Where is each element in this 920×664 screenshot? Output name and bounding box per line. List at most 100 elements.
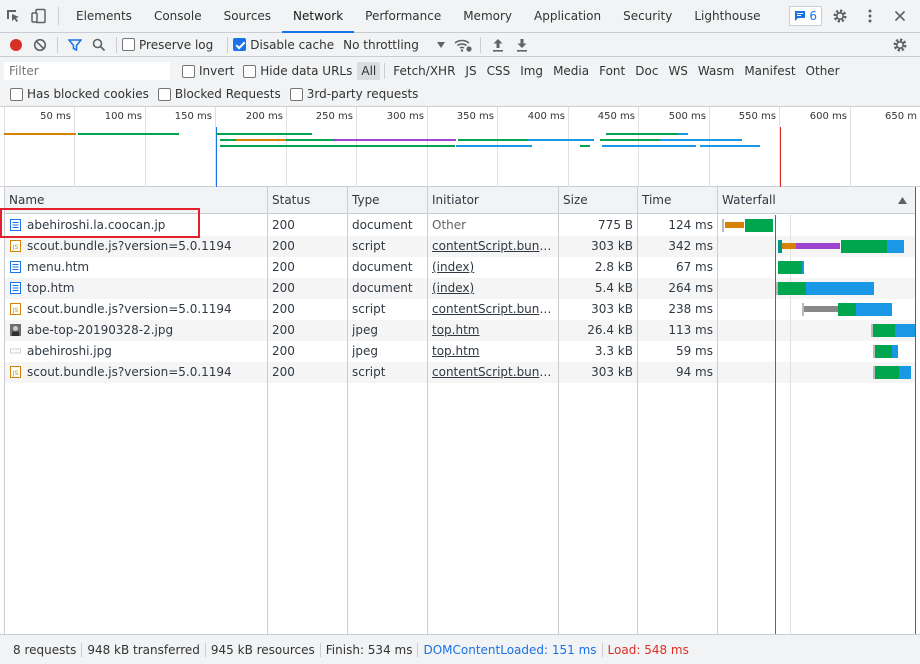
waterfall-gridline bbox=[790, 215, 791, 634]
clear-icon[interactable] bbox=[28, 34, 52, 56]
hide-data-urls-checkbox[interactable]: Hide data URLs bbox=[243, 64, 352, 78]
script-icon: JS bbox=[10, 302, 21, 315]
sort-ascending-icon[interactable] bbox=[898, 197, 907, 204]
invert-checkbox-box[interactable] bbox=[182, 64, 195, 78]
network-conditions-wifi-icon[interactable] bbox=[451, 34, 475, 56]
request-initiator-link[interactable]: contentScript.bundle.... bbox=[432, 362, 554, 383]
column-divider[interactable] bbox=[637, 187, 638, 634]
type-filter-manifest[interactable]: Manifest bbox=[740, 62, 799, 80]
filter-input[interactable] bbox=[4, 62, 170, 80]
type-filter-js[interactable]: JS bbox=[461, 62, 480, 80]
preserve-log-checkbox-box[interactable] bbox=[122, 38, 135, 51]
hide-data-urls-checkbox-box[interactable] bbox=[243, 64, 257, 78]
column-header-waterfall[interactable]: Waterfall bbox=[718, 187, 898, 214]
type-filter-css[interactable]: CSS bbox=[483, 62, 515, 80]
third-party-requests-checkbox[interactable]: 3rd-party requests bbox=[289, 87, 419, 101]
throttling-select[interactable]: No throttling bbox=[343, 38, 445, 52]
column-divider[interactable] bbox=[558, 187, 559, 634]
type-filter-ws[interactable]: WS bbox=[664, 62, 691, 80]
type-filter-all[interactable]: All bbox=[357, 62, 381, 80]
type-filter-font[interactable]: Font bbox=[595, 62, 629, 80]
search-icon[interactable] bbox=[87, 34, 111, 56]
close-icon[interactable] bbox=[888, 5, 912, 27]
tab-performance[interactable]: Performance bbox=[354, 0, 452, 32]
has-blocked-cookies-checkbox-box[interactable] bbox=[10, 87, 23, 101]
network-overview-timeline[interactable]: 50 ms 100 ms 150 ms 200 ms 250 ms 300 ms… bbox=[0, 107, 920, 187]
request-status: 200 bbox=[272, 218, 295, 232]
type-filter-fetch-xhr[interactable]: Fetch/XHR bbox=[389, 62, 459, 80]
blocked-requests-checkbox-box[interactable] bbox=[157, 87, 171, 101]
request-initiator-link[interactable]: top.htm bbox=[432, 341, 554, 362]
overview-bar-wait bbox=[220, 145, 455, 147]
request-size: 5.4 kB bbox=[594, 281, 633, 295]
filter-funnel-icon[interactable] bbox=[63, 34, 87, 56]
overview-bar-wait bbox=[216, 133, 312, 135]
request-name[interactable]: JS scout.bundle.js?version=5.0.1194 bbox=[10, 236, 265, 257]
column-header-status[interactable]: Status bbox=[268, 187, 347, 214]
overview-tick-label: 450 ms bbox=[597, 111, 635, 122]
tab-memory[interactable]: Memory bbox=[452, 0, 523, 32]
disable-cache-checkbox[interactable]: Disable cache bbox=[233, 38, 334, 52]
column-header-type[interactable]: Type bbox=[348, 187, 427, 214]
import-har-upload-icon[interactable] bbox=[486, 34, 510, 56]
type-filter-img[interactable]: Img bbox=[516, 62, 547, 80]
request-initiator-link[interactable]: (index) bbox=[432, 278, 554, 299]
request-initiator-link[interactable]: contentScript.bundle.... bbox=[432, 236, 554, 257]
overview-tick: 100 ms bbox=[105, 107, 146, 187]
request-name[interactable]: JS scout.bundle.js?version=5.0.1194 bbox=[10, 299, 265, 320]
request-initiator-link[interactable]: (index) bbox=[432, 257, 554, 278]
overview-bar-wait bbox=[78, 133, 179, 135]
column-header-initiator[interactable]: Initiator bbox=[428, 187, 559, 214]
column-divider[interactable] bbox=[267, 187, 268, 634]
throttling-value: No throttling bbox=[343, 37, 419, 52]
export-har-download-icon[interactable] bbox=[510, 34, 534, 56]
disable-cache-checkbox-box[interactable] bbox=[233, 38, 247, 51]
request-size: 3.3 kB bbox=[594, 344, 633, 358]
type-filter-other[interactable]: Other bbox=[802, 62, 844, 80]
third-party-requests-label: 3rd-party requests bbox=[306, 87, 419, 101]
tab-console[interactable]: Console bbox=[143, 0, 213, 32]
filter-bar: Invert Hide data URLs All Fetch/XHR JS C… bbox=[0, 57, 920, 107]
type-filter-doc[interactable]: Doc bbox=[631, 62, 662, 80]
tab-application[interactable]: Application bbox=[523, 0, 612, 32]
waterfall-bar bbox=[778, 261, 802, 274]
request-name[interactable]: top.htm bbox=[10, 278, 265, 299]
tab-sources[interactable]: Sources bbox=[213, 0, 282, 32]
request-name[interactable]: JS scout.bundle.js?version=5.0.1194 bbox=[10, 362, 265, 383]
column-divider[interactable] bbox=[347, 187, 348, 634]
type-filter-media[interactable]: Media bbox=[549, 62, 593, 80]
network-settings-gear-icon[interactable] bbox=[888, 34, 912, 56]
preserve-log-checkbox[interactable]: Preserve log bbox=[122, 38, 213, 52]
request-status: 200 bbox=[272, 302, 295, 316]
request-name[interactable]: abe-top-20190328-2.jpg bbox=[10, 320, 265, 341]
column-header-size[interactable]: Size bbox=[559, 187, 637, 214]
request-name[interactable]: abehiroshi.jpg bbox=[10, 341, 265, 362]
column-divider[interactable] bbox=[717, 187, 718, 634]
request-initiator-link[interactable]: contentScript.bundle.... bbox=[432, 299, 554, 320]
column-divider[interactable] bbox=[427, 187, 428, 634]
settings-gear-icon[interactable] bbox=[828, 5, 852, 27]
type-filter-wasm[interactable]: Wasm bbox=[694, 62, 738, 80]
hide-data-urls-label: Hide data URLs bbox=[260, 64, 353, 78]
tab-elements[interactable]: Elements bbox=[65, 0, 143, 32]
blocked-requests-checkbox[interactable]: Blocked Requests bbox=[157, 87, 281, 101]
divider bbox=[479, 36, 481, 53]
third-party-requests-checkbox-box[interactable] bbox=[289, 87, 303, 101]
request-status: 200 bbox=[272, 344, 295, 358]
issues-badge[interactable]: 6 bbox=[789, 6, 822, 26]
column-header-time[interactable]: Time bbox=[638, 187, 717, 214]
invert-checkbox[interactable]: Invert bbox=[182, 64, 234, 78]
tab-lighthouse[interactable]: Lighthouse bbox=[683, 0, 771, 32]
request-initiator-link[interactable]: top.htm bbox=[432, 320, 554, 341]
tab-network[interactable]: Network bbox=[282, 0, 355, 33]
more-options-icon[interactable] bbox=[858, 5, 882, 27]
record-icon[interactable] bbox=[4, 34, 28, 56]
inspect-element-icon[interactable] bbox=[0, 0, 26, 32]
request-name[interactable]: menu.htm bbox=[10, 257, 265, 278]
devtools-tab-bar: Elements Console Sources Network Perform… bbox=[0, 0, 920, 33]
has-blocked-cookies-checkbox[interactable]: Has blocked cookies bbox=[10, 87, 149, 101]
request-status: 200 bbox=[272, 365, 295, 379]
device-toolbar-icon[interactable] bbox=[26, 0, 52, 32]
divider bbox=[227, 36, 229, 53]
tab-security[interactable]: Security bbox=[612, 0, 683, 32]
